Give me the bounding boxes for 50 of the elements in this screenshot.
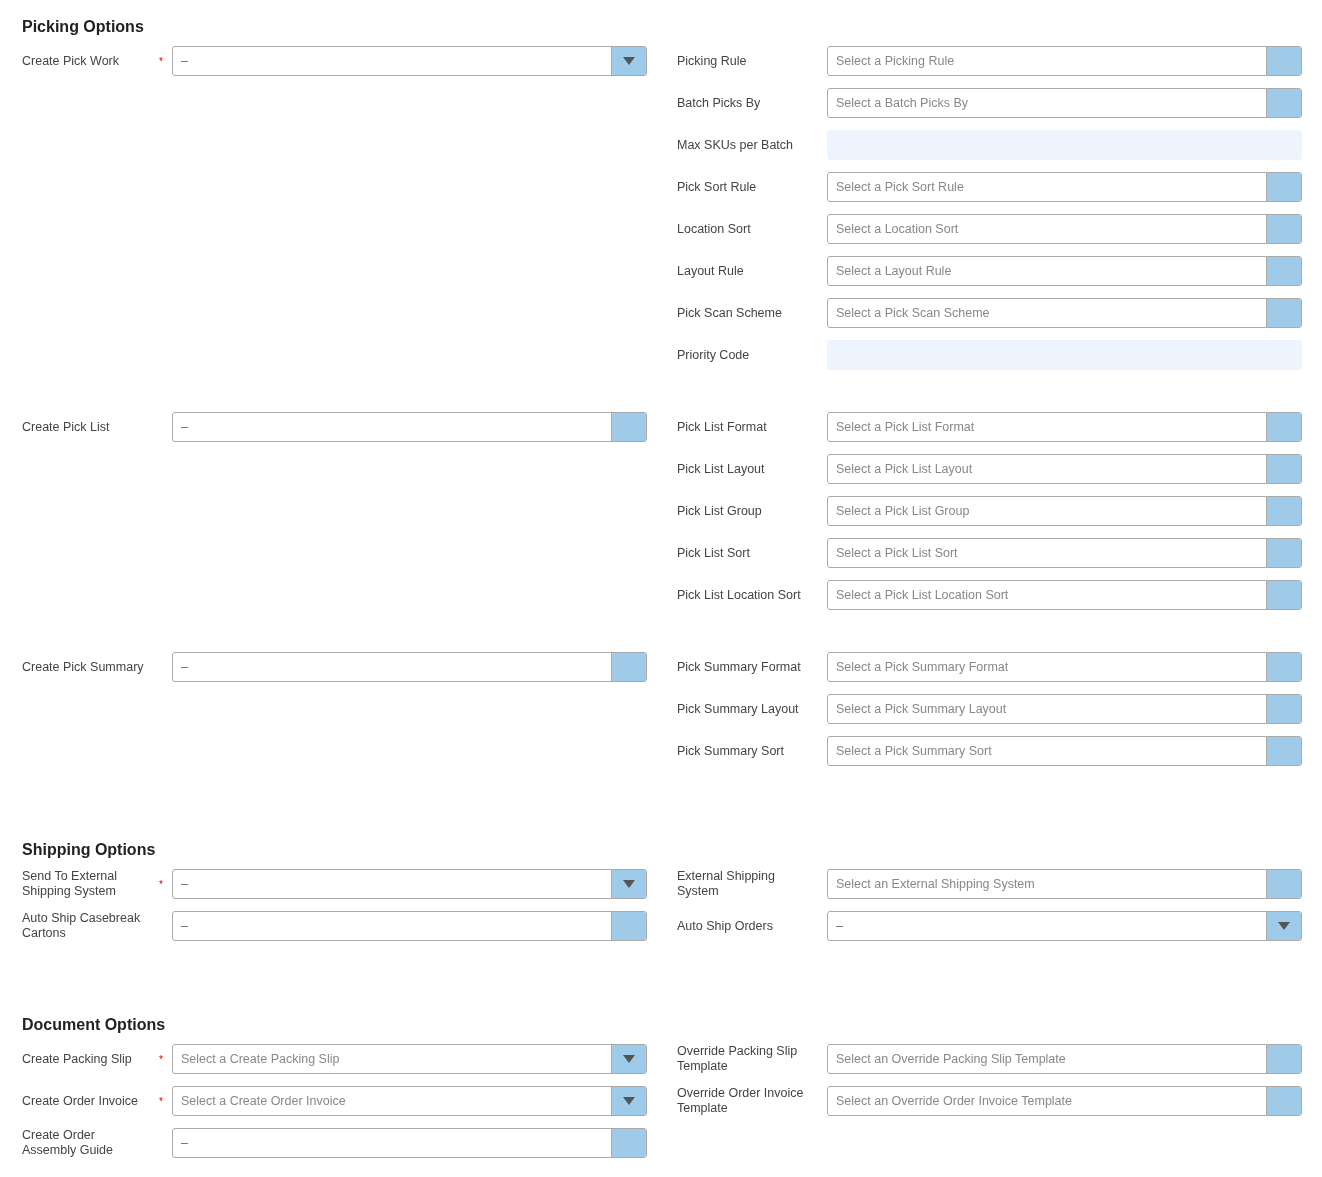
dropdown-arrow-icon bbox=[623, 880, 635, 888]
select-field[interactable]: – bbox=[827, 911, 1302, 941]
dropdown-button[interactable] bbox=[611, 870, 646, 898]
field-label: Pick Sort Rule bbox=[677, 179, 758, 195]
field-label: Pick Summary Format bbox=[677, 659, 802, 675]
required-marker: * bbox=[159, 1095, 163, 1107]
section-heading: Document Options bbox=[22, 1015, 167, 1035]
field-label: Create Pick Work bbox=[22, 53, 120, 69]
required-marker: * bbox=[159, 878, 163, 890]
field-label: Pick List Group bbox=[677, 503, 763, 519]
field-label: Priority Code bbox=[677, 347, 751, 363]
field-label: Pick Summary Sort bbox=[677, 743, 785, 759]
field-label: Max SKUs per Batch bbox=[677, 137, 794, 153]
field-label: Create Packing Slip bbox=[22, 1051, 133, 1067]
field-label: Batch Picks By bbox=[677, 95, 762, 111]
dropdown-arrow-icon bbox=[623, 57, 635, 65]
section-heading: Shipping Options bbox=[22, 840, 157, 860]
field-label: External Shipping System bbox=[677, 869, 776, 899]
select-field[interactable]: – bbox=[172, 869, 647, 899]
required-marker: * bbox=[159, 1053, 163, 1065]
field-label: Create Order Invoice bbox=[22, 1093, 140, 1109]
field-label: Pick Summary Layout bbox=[677, 701, 800, 717]
field-label: Picking Rule bbox=[677, 53, 748, 69]
select-field[interactable]: Select a Create Packing Slip bbox=[172, 1044, 647, 1074]
field-label: Pick List Location Sort bbox=[677, 587, 802, 603]
required-marker: * bbox=[159, 55, 163, 67]
field-label: Auto Ship Casebreak Cartons bbox=[22, 911, 142, 941]
dropdown-button[interactable] bbox=[611, 47, 646, 75]
field-label: Layout Rule bbox=[677, 263, 745, 279]
select-field[interactable]: – bbox=[172, 46, 647, 76]
section-heading: Picking Options bbox=[22, 17, 145, 37]
field-label: Pick List Format bbox=[677, 419, 768, 435]
field-label: Override Packing Slip Template bbox=[677, 1044, 799, 1074]
field-label: Pick List Layout bbox=[677, 461, 766, 477]
dropdown-button[interactable] bbox=[1266, 912, 1301, 940]
dropdown-arrow-icon bbox=[623, 1097, 635, 1105]
field-label: Location Sort bbox=[677, 221, 752, 237]
dropdown-button[interactable] bbox=[611, 1087, 646, 1115]
field-label: Create Pick Summary bbox=[22, 659, 145, 675]
field-label: Override Order Invoice Template bbox=[677, 1086, 805, 1116]
field-label: Auto Ship Orders bbox=[677, 918, 774, 934]
select-field[interactable]: Select a Create Order Invoice bbox=[172, 1086, 647, 1116]
field-label: Pick List Sort bbox=[677, 545, 751, 561]
field-label: Create Order Assembly Guide bbox=[22, 1128, 114, 1158]
dropdown-button[interactable] bbox=[611, 1045, 646, 1073]
dropdown-arrow-icon bbox=[1278, 922, 1290, 930]
field-label: Create Pick List bbox=[22, 419, 111, 435]
field-label: Pick Scan Scheme bbox=[677, 305, 783, 321]
dropdown-arrow-icon bbox=[623, 1055, 635, 1063]
field-label: Send To External Shipping System bbox=[22, 869, 118, 899]
